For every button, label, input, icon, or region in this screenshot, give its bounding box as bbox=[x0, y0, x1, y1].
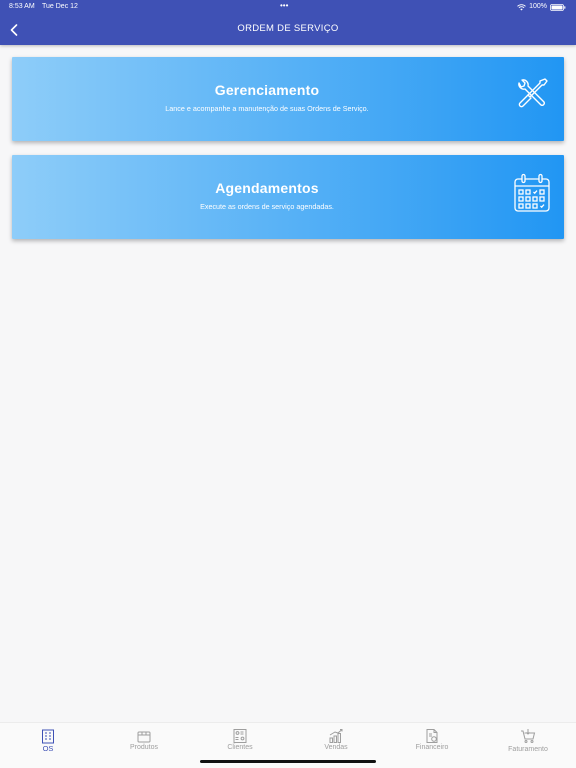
status-bar: 8:53 AM Tue Dec 12 ••• 100% bbox=[0, 0, 576, 14]
tab-label: Vendas bbox=[324, 744, 348, 751]
tab-financeiro[interactable]: Financeiro bbox=[384, 723, 480, 768]
clients-icon bbox=[233, 729, 247, 743]
finance-icon bbox=[426, 729, 438, 743]
gerenciamento-card[interactable]: Gerenciamento Lance e acompanhe a manute… bbox=[12, 57, 564, 141]
tab-os[interactable]: OS bbox=[0, 723, 96, 768]
app-header: 8:53 AM Tue Dec 12 ••• 100% ORDEM DE SER… bbox=[0, 0, 576, 45]
agendamentos-card[interactable]: Agendamentos Execute as ordens de serviç… bbox=[12, 155, 564, 239]
tab-faturamento[interactable]: Faturamento bbox=[480, 723, 576, 768]
status-time: 8:53 AM bbox=[9, 3, 35, 10]
cart-icon bbox=[521, 729, 536, 743]
page-title: ORDEM DE SERVIÇO bbox=[237, 23, 339, 34]
tab-label: OS bbox=[42, 744, 54, 753]
tab-label: Produtos bbox=[129, 744, 159, 751]
card-title: Gerenciamento bbox=[214, 82, 320, 98]
box-icon bbox=[137, 731, 151, 743]
tools-icon bbox=[518, 78, 548, 108]
battery-icon bbox=[550, 3, 566, 11]
tab-produtos[interactable]: Produtos bbox=[96, 723, 192, 768]
home-indicator bbox=[200, 760, 376, 763]
status-date: Tue Dec 12 bbox=[42, 3, 78, 10]
card-description: Lance e acompanhe a manutenção de suas O… bbox=[165, 104, 369, 113]
wifi-icon bbox=[517, 3, 526, 10]
tab-label: Financeiro bbox=[415, 744, 449, 751]
card-title: Agendamentos bbox=[215, 180, 319, 196]
tab-label: Clientes bbox=[227, 744, 253, 751]
sales-chart-icon bbox=[329, 729, 343, 743]
tab-label: Faturamento bbox=[508, 746, 548, 753]
calendar-icon bbox=[514, 173, 550, 212]
multitasking-dots[interactable]: ••• bbox=[280, 0, 288, 13]
status-right: 100% bbox=[517, 0, 566, 14]
card-description: Execute as ordens de serviço agendadas. bbox=[200, 202, 334, 211]
building-icon bbox=[42, 729, 54, 744]
battery-percent: 100% bbox=[529, 3, 547, 10]
